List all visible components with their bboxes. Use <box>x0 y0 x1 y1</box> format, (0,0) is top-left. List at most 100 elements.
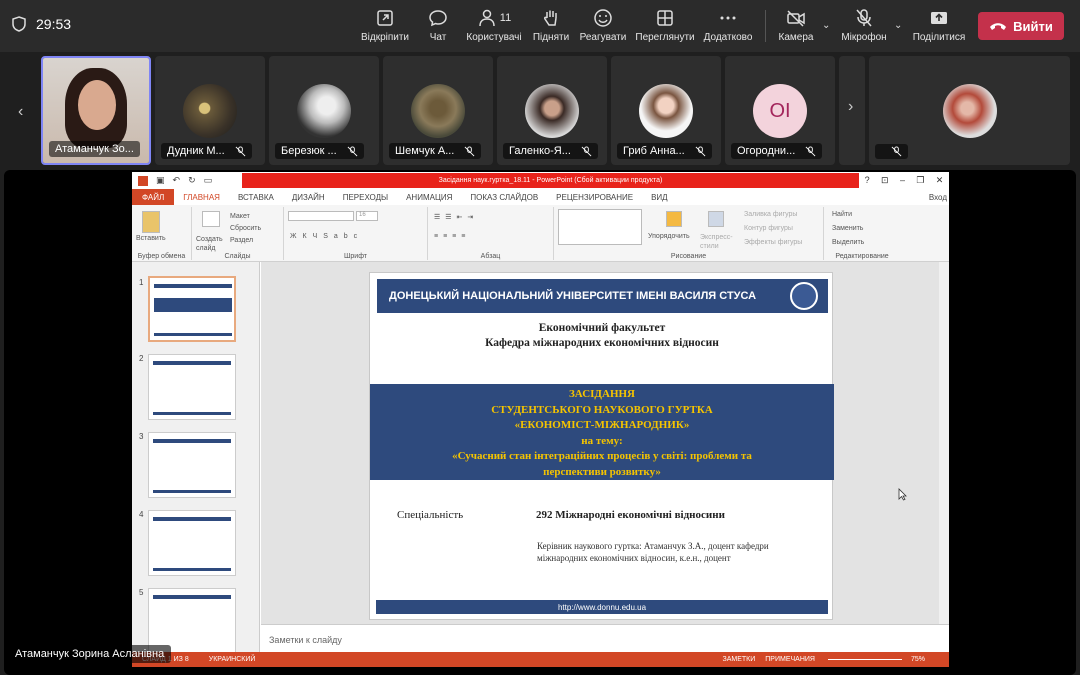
font-family-select[interactable] <box>288 211 354 221</box>
mic-off-icon <box>805 145 816 156</box>
vertical-scrollbar[interactable] <box>939 262 949 624</box>
slide-thumbnail[interactable] <box>148 510 236 576</box>
comments-toggle[interactable]: ПРИМЕЧАНИЯ <box>765 656 815 663</box>
avatar <box>297 84 351 138</box>
participant-tile[interactable]: Атаманчук Зо... <box>41 56 151 165</box>
tab-insert[interactable]: ВСТАВКА <box>229 193 283 202</box>
font-format-buttons[interactable]: ЖКЧSabc <box>290 233 363 240</box>
notes-toggle[interactable]: ЗАМЕТКИ <box>722 656 755 663</box>
strip-next-area[interactable]: › <box>839 56 865 165</box>
shapes-gallery[interactable] <box>558 209 642 245</box>
find-button[interactable]: Найти <box>832 211 852 218</box>
meeting-timer: 29:53 <box>12 16 71 32</box>
participant-tile[interactable]: OI Огородни... <box>725 56 835 165</box>
slide-thumbnail[interactable] <box>148 276 236 342</box>
reset-button[interactable]: Сбросить <box>230 225 261 232</box>
shield-icon <box>12 16 26 32</box>
tab-design[interactable]: ДИЗАЙН <box>283 193 334 202</box>
share-button[interactable]: Поділитися <box>901 8 977 43</box>
slide-thumbnail[interactable] <box>148 432 236 498</box>
zoom-level[interactable]: 75% <box>911 656 925 663</box>
participant-count: 11 <box>499 12 512 24</box>
save-icon[interactable]: ▣ <box>156 175 165 186</box>
slide-workspace <box>261 262 941 624</box>
new-slide-icon[interactable] <box>202 211 220 227</box>
leave-button[interactable]: Вийти <box>978 12 1064 40</box>
restore-icon[interactable]: ❐ <box>916 175 924 186</box>
participant-name: Галенко-Я... <box>503 143 598 159</box>
powerpoint-window: ▣ ↶ ↻ ▭ Засідання наук.гуртка_18.11 - Po… <box>132 172 949 667</box>
participant-name: Березюк ... <box>275 143 364 159</box>
font-size-select[interactable]: 16 <box>356 211 378 221</box>
shape-effects-button[interactable]: Эффекты фигуры <box>744 239 802 246</box>
participant-name: Шемчук А... <box>389 143 482 159</box>
paste-button[interactable]: Вставить <box>136 235 166 242</box>
paste-icon[interactable] <box>142 211 160 233</box>
signin-link[interactable]: Вход <box>920 193 949 202</box>
arrange-icon[interactable] <box>666 211 682 227</box>
clipboard-group: Вставить Буфер обмена <box>132 207 192 260</box>
avatar <box>639 84 693 138</box>
participant-tile[interactable]: Галенко-Я... <box>497 56 607 165</box>
shape-outline-button[interactable]: Контур фигуры <box>744 225 793 232</box>
participant-name <box>875 144 908 159</box>
tab-file[interactable]: ФАЙЛ <box>132 189 175 205</box>
quick-styles-button[interactable]: Экспресс-стили <box>700 233 736 251</box>
slideshow-icon[interactable]: ▭ <box>204 175 213 186</box>
language-indicator[interactable]: УКРАИНСКИЙ <box>209 656 256 663</box>
window-title: Засідання наук.гуртка_18.11 - PowerPoint… <box>242 173 859 188</box>
tab-home[interactable]: ГЛАВНАЯ <box>174 193 229 202</box>
participant-tile[interactable] <box>869 56 1070 165</box>
ppt-title-bar: ▣ ↶ ↻ ▭ Засідання наук.гуртка_18.11 - Po… <box>132 172 949 189</box>
more-button[interactable]: Додатково <box>690 8 766 43</box>
slide-notes[interactable]: Заметки к слайду <box>261 624 949 652</box>
meeting-toolbar: 29:53 Відкріпити Чат 11 Користувачі Підн… <box>0 0 1080 52</box>
minimize-icon[interactable]: – <box>900 175 905 186</box>
layout-button[interactable]: Макет <box>230 213 250 220</box>
react-icon <box>594 9 612 27</box>
more-icon <box>720 16 736 20</box>
shape-fill-button[interactable]: Заливка фигуры <box>744 211 797 218</box>
strip-prev-chevron-icon[interactable]: ‹ <box>18 103 23 121</box>
align-buttons[interactable]: ≡≡≡≡ <box>434 233 470 240</box>
slide-thumbnail[interactable] <box>148 354 236 420</box>
help-icon[interactable]: ? <box>865 175 870 186</box>
participant-tile[interactable]: Березюк ... <box>269 56 379 165</box>
redo-icon[interactable]: ↻ <box>188 175 196 186</box>
drawing-group: Упорядочить Экспресс-стили Заливка фигур… <box>554 207 824 260</box>
mic-off-icon <box>464 145 475 156</box>
participant-name: Дудник М... <box>161 143 252 159</box>
editing-group: Найти Заменить Выделить Редактирование <box>832 211 889 260</box>
timer-text: 29:53 <box>36 16 72 32</box>
mic-off-icon <box>347 145 358 156</box>
participant-tile[interactable]: Дудник М... <box>155 56 265 165</box>
mic-off-icon <box>235 145 246 156</box>
ribbon-tabs: ФАЙЛ ГЛАВНАЯ ВСТАВКА ДИЗАЙН ПЕРЕХОДЫ АНИ… <box>132 189 949 205</box>
camera-off-icon <box>787 10 805 27</box>
ribbon-display-icon[interactable]: ⊡ <box>881 175 889 186</box>
participant-strip: ‹ Атаманчук Зо... Дудник М... Березюк ..… <box>0 55 1080 167</box>
list-buttons[interactable]: ☰☰⇤⇥ <box>434 213 478 221</box>
zoom-slider[interactable] <box>828 659 902 660</box>
tab-view[interactable]: ВИД <box>642 193 677 202</box>
undo-icon[interactable]: ↶ <box>173 175 181 186</box>
arrange-button[interactable]: Упорядочить <box>648 233 690 240</box>
tab-animation[interactable]: АНИМАЦИЯ <box>397 193 461 202</box>
tab-review[interactable]: РЕЦЕНЗИРОВАНИЕ <box>547 193 642 202</box>
close-icon[interactable]: ✕ <box>936 175 944 186</box>
quick-styles-icon[interactable] <box>708 211 724 227</box>
tab-slideshow[interactable]: ПОКАЗ СЛАЙДОВ <box>461 193 547 202</box>
people-icon <box>479 9 495 27</box>
strip-next-chevron-icon[interactable]: › <box>848 98 853 116</box>
participant-name: Атаманчук Зо... <box>49 141 140 157</box>
replace-button[interactable]: Заменить <box>832 225 863 232</box>
avatar <box>411 84 465 138</box>
new-slide-button[interactable]: Создать слайд <box>196 235 230 253</box>
section-button[interactable]: Раздел <box>230 237 253 244</box>
participant-tile[interactable]: Шемчук А... <box>383 56 493 165</box>
participant-tile[interactable]: Гриб Анна... <box>611 56 721 165</box>
microphone-button[interactable]: Мікрофон <box>826 8 902 43</box>
select-button[interactable]: Выделить <box>832 239 864 246</box>
tab-transitions[interactable]: ПЕРЕХОДЫ <box>334 193 397 202</box>
ribbon: Вставить Буфер обмена Создать слайд Маке… <box>132 205 949 262</box>
